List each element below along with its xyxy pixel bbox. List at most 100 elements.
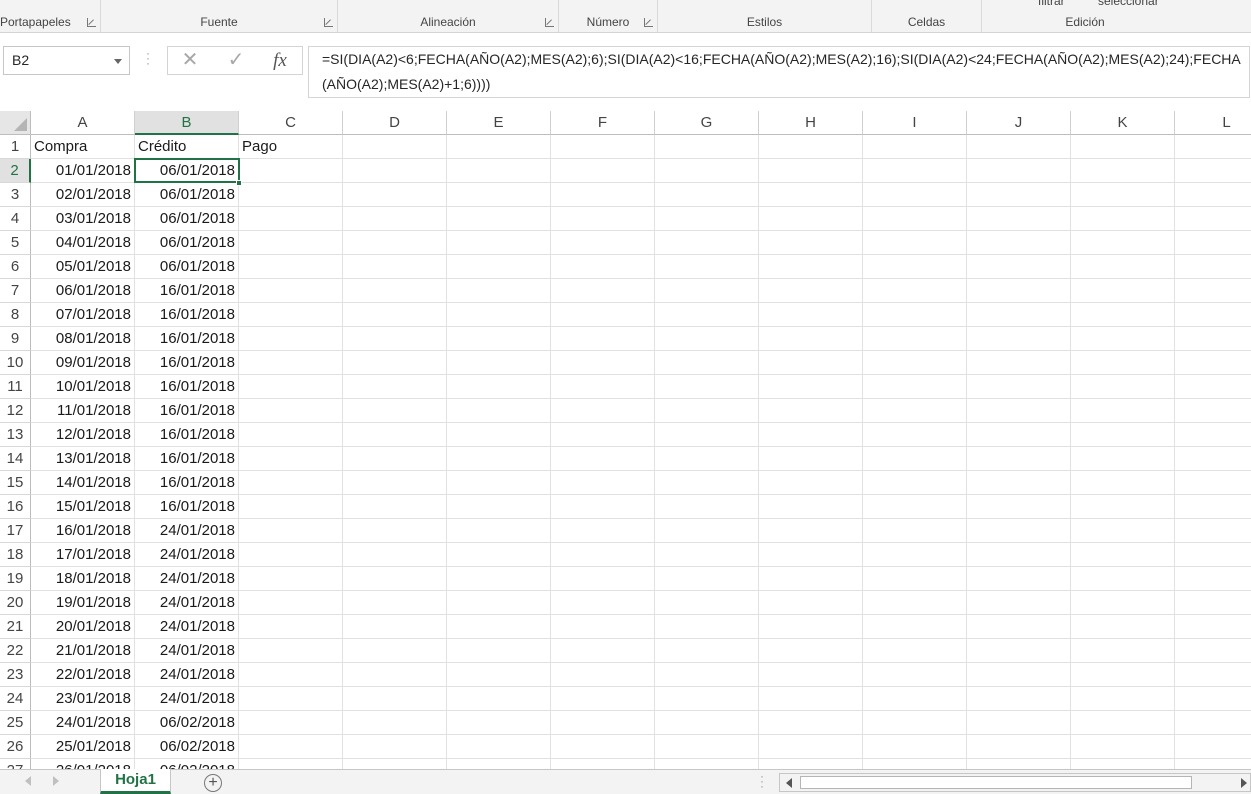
row-header-17[interactable]: 17 — [0, 519, 31, 543]
column-header-a[interactable]: A — [31, 111, 135, 135]
cell-empty[interactable] — [967, 495, 1071, 519]
row-header-27[interactable]: 27 — [0, 759, 31, 769]
cell-empty[interactable] — [447, 495, 551, 519]
cell-empty[interactable] — [655, 639, 759, 663]
cell-empty[interactable] — [1071, 759, 1175, 769]
row-header-6[interactable]: 6 — [0, 255, 31, 279]
cell-empty[interactable] — [343, 303, 447, 327]
row-header-13[interactable]: 13 — [0, 423, 31, 447]
cell-empty[interactable] — [239, 447, 343, 471]
cell-empty[interactable] — [447, 591, 551, 615]
cell-empty[interactable] — [863, 615, 967, 639]
cell-empty[interactable] — [759, 519, 863, 543]
cell-empty[interactable] — [1071, 159, 1175, 183]
dialog-launcher-icon[interactable] — [87, 18, 96, 27]
cell-empty[interactable] — [551, 207, 655, 231]
cell-a7[interactable]: 06/01/2018 — [31, 279, 135, 303]
column-header-e[interactable]: E — [447, 111, 551, 135]
cell-empty[interactable] — [967, 567, 1071, 591]
cell-a18[interactable]: 17/01/2018 — [31, 543, 135, 567]
cell-empty[interactable] — [759, 207, 863, 231]
cell-empty[interactable] — [343, 567, 447, 591]
cell-empty[interactable] — [863, 471, 967, 495]
row-header-23[interactable]: 23 — [0, 663, 31, 687]
cell-empty[interactable] — [343, 639, 447, 663]
cell-a22[interactable]: 21/01/2018 — [31, 639, 135, 663]
cell-empty[interactable] — [1175, 351, 1251, 375]
cell-empty[interactable] — [1071, 711, 1175, 735]
cell-empty[interactable] — [239, 471, 343, 495]
cell-empty[interactable] — [239, 759, 343, 769]
cell-empty[interactable] — [239, 639, 343, 663]
cell-empty[interactable] — [967, 183, 1071, 207]
cell-empty[interactable] — [239, 375, 343, 399]
cell-empty[interactable] — [343, 183, 447, 207]
cell-empty[interactable] — [1071, 519, 1175, 543]
cell-empty[interactable] — [967, 663, 1071, 687]
formula-input[interactable]: =SI(DIA(A2)<6;FECHA(AÑO(A2);MES(A2);6);S… — [308, 46, 1250, 98]
cell-empty[interactable] — [655, 231, 759, 255]
cell-empty[interactable] — [759, 447, 863, 471]
cell-empty[interactable] — [655, 711, 759, 735]
cell-empty[interactable] — [863, 663, 967, 687]
cell-b8[interactable]: 16/01/2018 — [135, 303, 239, 327]
row-header-3[interactable]: 3 — [0, 183, 31, 207]
cell-empty[interactable] — [655, 375, 759, 399]
cell-empty[interactable] — [447, 303, 551, 327]
fill-handle[interactable] — [236, 180, 242, 186]
cell-empty[interactable] — [551, 399, 655, 423]
cell-empty[interactable] — [759, 135, 863, 159]
cell-empty[interactable] — [551, 615, 655, 639]
row-header-25[interactable]: 25 — [0, 711, 31, 735]
cell-empty[interactable] — [655, 207, 759, 231]
dialog-launcher-icon[interactable] — [324, 18, 333, 27]
cell-empty[interactable] — [239, 591, 343, 615]
cell-empty[interactable] — [1175, 255, 1251, 279]
cell-empty[interactable] — [1071, 399, 1175, 423]
cell-empty[interactable] — [1071, 327, 1175, 351]
cell-empty[interactable] — [759, 279, 863, 303]
cell-empty[interactable] — [759, 351, 863, 375]
cell-empty[interactable] — [239, 207, 343, 231]
cell-empty[interactable] — [967, 639, 1071, 663]
cell-empty[interactable] — [551, 567, 655, 591]
cell-b20[interactable]: 24/01/2018 — [135, 591, 239, 615]
cell-empty[interactable] — [655, 399, 759, 423]
cell-empty[interactable] — [551, 735, 655, 759]
cell-a26[interactable]: 25/01/2018 — [31, 735, 135, 759]
cell-empty[interactable] — [447, 279, 551, 303]
cell-empty[interactable] — [551, 279, 655, 303]
cell-empty[interactable] — [863, 423, 967, 447]
cell-empty[interactable] — [447, 687, 551, 711]
cell-empty[interactable] — [343, 375, 447, 399]
cell-empty[interactable] — [967, 159, 1071, 183]
cell-empty[interactable] — [1071, 639, 1175, 663]
cell-a25[interactable]: 24/01/2018 — [31, 711, 135, 735]
chevron-down-icon[interactable] — [114, 59, 122, 64]
cell-a17[interactable]: 16/01/2018 — [31, 519, 135, 543]
cell-empty[interactable] — [551, 687, 655, 711]
cell-b21[interactable]: 24/01/2018 — [135, 615, 239, 639]
cell-empty[interactable] — [655, 735, 759, 759]
cell-empty[interactable] — [967, 231, 1071, 255]
cell-a19[interactable]: 18/01/2018 — [31, 567, 135, 591]
cell-empty[interactable] — [655, 543, 759, 567]
cell-empty[interactable] — [551, 135, 655, 159]
cell-b13[interactable]: 16/01/2018 — [135, 423, 239, 447]
cell-empty[interactable] — [343, 159, 447, 183]
cell-empty[interactable] — [239, 615, 343, 639]
cell-empty[interactable] — [551, 543, 655, 567]
cell-empty[interactable] — [863, 183, 967, 207]
cell-empty[interactable] — [1071, 471, 1175, 495]
cell-empty[interactable] — [343, 399, 447, 423]
cell-empty[interactable] — [447, 711, 551, 735]
column-header-i[interactable]: I — [863, 111, 967, 135]
cell-empty[interactable] — [1175, 279, 1251, 303]
cell-empty[interactable] — [759, 183, 863, 207]
select-button-label[interactable]: seleccionar — [1098, 0, 1159, 8]
cell-empty[interactable] — [343, 423, 447, 447]
column-header-c[interactable]: C — [239, 111, 343, 135]
cell-empty[interactable] — [343, 231, 447, 255]
column-header-d[interactable]: D — [343, 111, 447, 135]
cell-empty[interactable] — [551, 303, 655, 327]
